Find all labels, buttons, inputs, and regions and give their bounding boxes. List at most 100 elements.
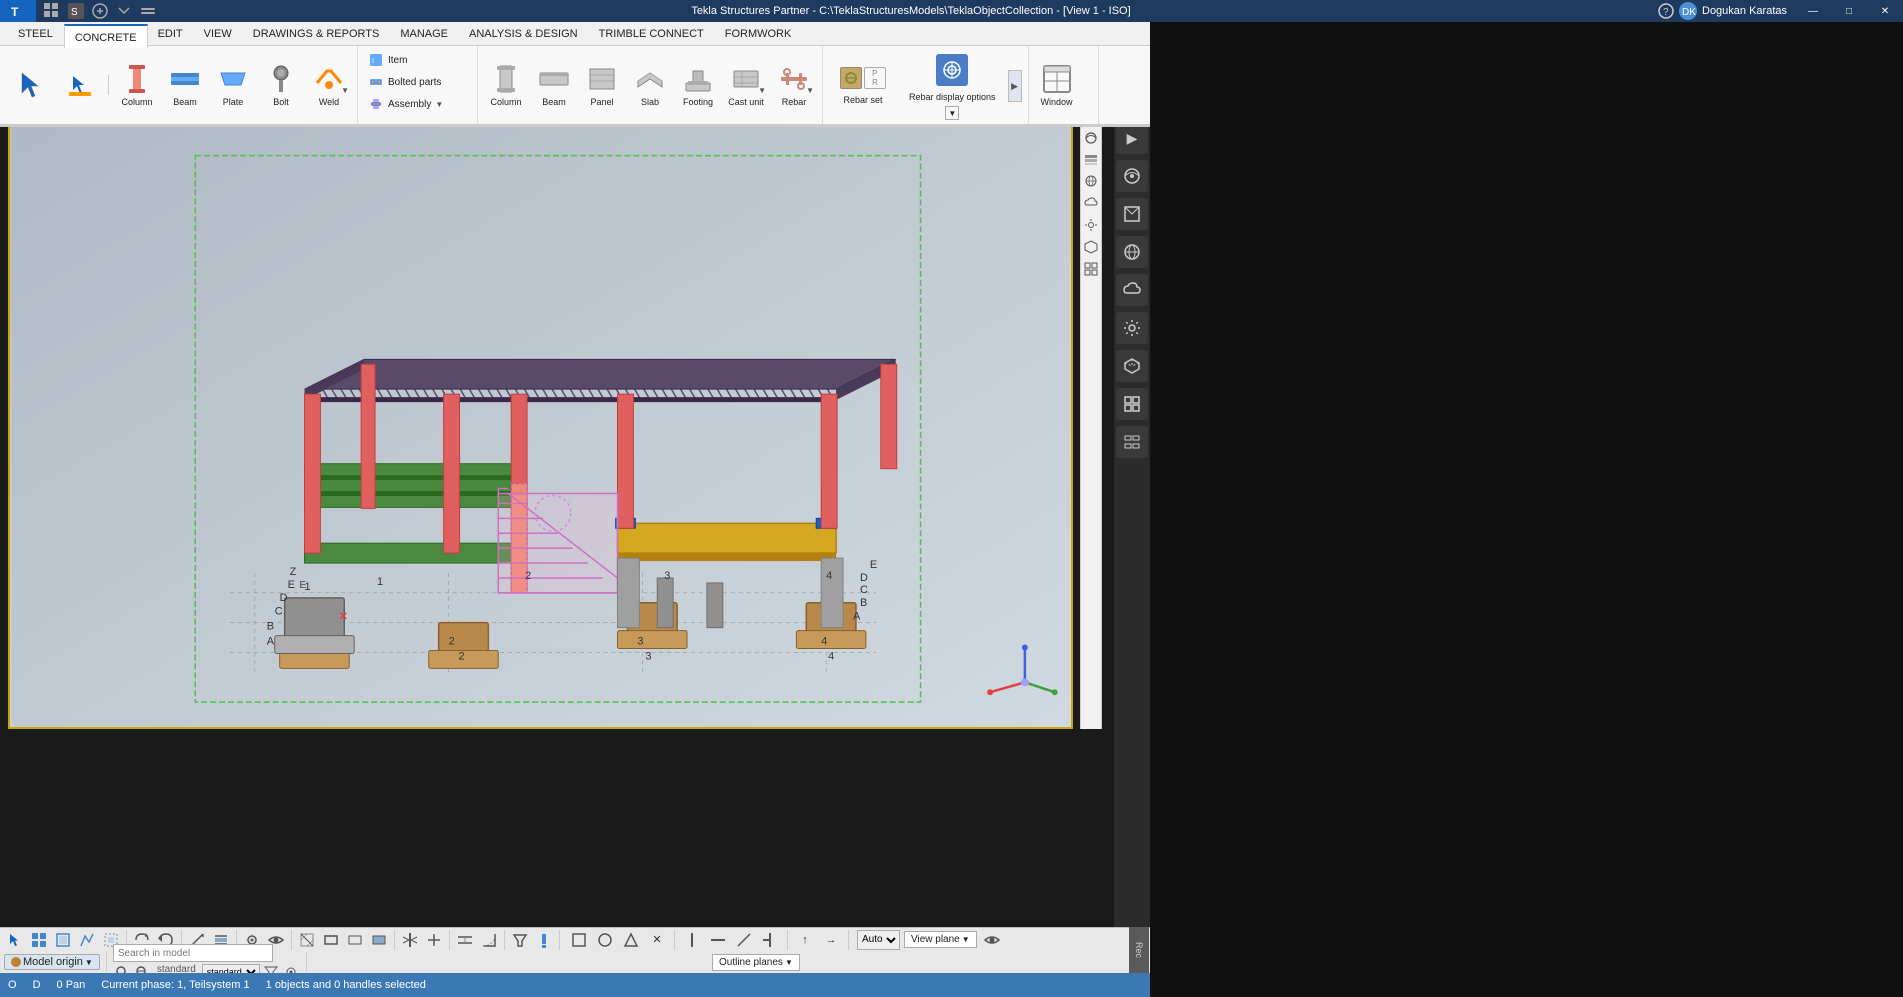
- o-label: O: [8, 979, 17, 991]
- info-btn[interactable]: [533, 929, 555, 951]
- viewport-orbit-btn[interactable]: [1083, 130, 1099, 146]
- viewport-settings-btn[interactable]: [1082, 216, 1100, 234]
- svg-text:T: T: [11, 5, 19, 19]
- close-button[interactable]: ✕: [1867, 0, 1903, 22]
- o-indicator: O: [8, 979, 17, 991]
- concrete-beam-label: Beam: [542, 97, 566, 107]
- plate-tool[interactable]: Plate: [211, 61, 255, 109]
- search-input[interactable]: [113, 944, 273, 962]
- select-mode-btn[interactable]: [4, 929, 26, 951]
- select-fence-btn[interactable]: [76, 929, 98, 951]
- vert-line-btn[interactable]: [681, 929, 703, 951]
- view-rect-btn[interactable]: [568, 929, 590, 951]
- select-sub-tool[interactable]: [58, 67, 102, 103]
- view-circle-btn[interactable]: [594, 929, 616, 951]
- selection-label: 1 objects and 0 handles selected: [266, 979, 426, 991]
- window-label: Window: [1041, 97, 1073, 107]
- sidebar-grid-btn[interactable]: [1116, 388, 1148, 420]
- viewport-cloud-btn[interactable]: [1082, 194, 1100, 212]
- item-group: I Item Bolted parts: [358, 46, 478, 124]
- svg-text:C: C: [275, 606, 283, 618]
- rebar-expand-btn[interactable]: ▶: [1008, 70, 1022, 102]
- concrete-column-icon: [490, 63, 522, 95]
- select-all-btn[interactable]: [28, 929, 50, 951]
- app-logo: T: [0, 0, 36, 22]
- rebar-tool[interactable]: Rebar ▼: [772, 61, 816, 109]
- angle-btn[interactable]: [478, 929, 500, 951]
- item-col: I Item Bolted parts: [364, 50, 447, 114]
- concrete-beam-tool[interactable]: Beam: [532, 61, 576, 109]
- rebar-display-dropdown[interactable]: ▼: [945, 106, 959, 120]
- tab-view[interactable]: VIEW: [194, 22, 243, 46]
- username: Dogukan Karatas: [1702, 5, 1787, 17]
- cast-unit-tool[interactable]: Cast unit ▼: [724, 61, 768, 109]
- tab-drawings[interactable]: DRAWINGS & REPORTS: [243, 22, 391, 46]
- sidebar-gear-btn[interactable]: [1116, 312, 1148, 344]
- viewport-cube-btn[interactable]: [1082, 238, 1100, 256]
- window-group: Window: [1029, 46, 1099, 124]
- filter-btn[interactable]: [509, 929, 531, 951]
- viewport-layer-btn[interactable]: [1082, 150, 1100, 168]
- model-origin-btn[interactable]: Model origin ▼: [4, 954, 100, 970]
- bolted-parts-btn[interactable]: Bolted parts: [364, 72, 447, 92]
- rebar-display-btn[interactable]: Rebar display options: [905, 52, 1000, 104]
- hidden-line-btn[interactable]: [320, 929, 342, 951]
- render-btn[interactable]: [368, 929, 390, 951]
- slab-tool[interactable]: Slab: [628, 61, 672, 109]
- tab-edit[interactable]: EDIT: [148, 22, 194, 46]
- item-small-btn[interactable]: I Item: [364, 50, 447, 70]
- view-tri-btn[interactable]: [620, 929, 642, 951]
- sidebar-cube-btn[interactable]: [1116, 350, 1148, 382]
- tab-steel[interactable]: STEEL: [8, 22, 64, 46]
- tab-concrete[interactable]: CONCRETE: [64, 24, 148, 48]
- measure-dist-btn[interactable]: [454, 929, 476, 951]
- viewport-globe-btn[interactable]: [1082, 172, 1100, 190]
- sidebar-view-btn[interactable]: [1116, 198, 1148, 230]
- sidebar-list-btn[interactable]: [1116, 426, 1148, 458]
- select-window-btn[interactable]: [52, 929, 74, 951]
- section-btn[interactable]: [399, 929, 421, 951]
- beam-tool[interactable]: Beam: [163, 61, 207, 109]
- view-x-btn[interactable]: ✕: [646, 929, 668, 951]
- angle2-btn[interactable]: [759, 929, 781, 951]
- sidebar-globe-btn[interactable]: [1116, 236, 1148, 268]
- column-label: Column: [121, 97, 152, 107]
- select-tool[interactable]: [10, 67, 54, 103]
- rebar-set-btn[interactable]: PR Rebar set: [833, 65, 893, 107]
- eye-btn[interactable]: [981, 929, 1003, 951]
- window-controls[interactable]: — □ ✕: [1795, 0, 1903, 22]
- rec-button[interactable]: Rec: [1129, 927, 1149, 973]
- bolt-tool[interactable]: Bolt: [259, 61, 303, 109]
- assembly-btn[interactable]: Assembly ▼: [364, 94, 447, 114]
- svg-text:4: 4: [828, 650, 834, 662]
- tab-analysis[interactable]: ANALYSIS & DESIGN: [459, 22, 589, 46]
- panel-tool[interactable]: Panel: [580, 61, 624, 109]
- minimize-button[interactable]: —: [1795, 0, 1831, 22]
- footing-tool[interactable]: Footing: [676, 61, 720, 109]
- svg-text:×: ×: [339, 608, 347, 624]
- window-icon: [1041, 63, 1073, 95]
- horiz-line-btn[interactable]: [707, 929, 729, 951]
- svg-text:E: E: [870, 559, 877, 571]
- cross-btn[interactable]: [733, 929, 755, 951]
- window-items: Window: [1035, 50, 1079, 120]
- sidebar-cloud-btn[interactable]: [1116, 274, 1148, 306]
- wire-btn[interactable]: [344, 929, 366, 951]
- weld-tool[interactable]: Weld ▼: [307, 61, 351, 109]
- rebar-label: Rebar: [782, 97, 807, 107]
- column-tool[interactable]: Column: [115, 61, 159, 109]
- tab-formwork[interactable]: FORMWORK: [715, 22, 803, 46]
- outline-planes-btn[interactable]: Outline planes ▼: [712, 954, 800, 971]
- sidebar-orbit-btn[interactable]: [1116, 160, 1148, 192]
- view-plane-btn[interactable]: View plane ▼: [904, 931, 977, 948]
- concrete-column-tool[interactable]: Column: [484, 61, 528, 109]
- arr-up-btn[interactable]: ↑: [794, 929, 816, 951]
- arr-right-btn[interactable]: →: [820, 929, 842, 951]
- window-tool[interactable]: Window: [1035, 61, 1079, 109]
- viewport-grid2-btn[interactable]: [1082, 260, 1100, 278]
- tab-trimble[interactable]: TRIMBLE CONNECT: [589, 22, 715, 46]
- maximize-button[interactable]: □: [1831, 0, 1867, 22]
- auto-select[interactable]: Auto: [857, 930, 900, 950]
- zoom-btn[interactable]: [423, 929, 445, 951]
- tab-manage[interactable]: MANAGE: [390, 22, 459, 46]
